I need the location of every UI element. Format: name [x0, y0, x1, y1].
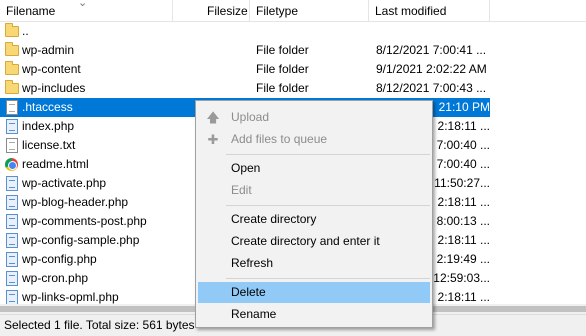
menu-item-refresh[interactable]: Refresh [198, 253, 430, 274]
file-name: wp-admin [22, 43, 75, 57]
status-text: Selected 1 file. Total size: 561 bytes [4, 318, 195, 332]
menu-item-upload[interactable]: 🡅 Upload [198, 107, 430, 128]
file-name: readme.html [22, 157, 89, 171]
php-file-icon [6, 290, 18, 305]
file-modified: 8/12/2021 7:00:41 ... [376, 43, 487, 57]
file-name: wp-activate.php [22, 176, 107, 190]
php-file-icon [6, 233, 18, 248]
menu-item-label: Rename [231, 307, 277, 321]
file-name: wp-cron.php [22, 271, 89, 285]
menu-item-label: Open [231, 161, 261, 175]
file-type: File folder [256, 62, 309, 76]
file-modified: 9/1/2021 2:02:22 AM [376, 62, 487, 76]
folder-icon [5, 61, 19, 75]
php-file-icon [6, 271, 18, 286]
file-name: wp-config-sample.php [22, 233, 140, 247]
column-divider[interactable] [172, 0, 173, 22]
menu-item-label: Upload [231, 110, 270, 124]
menu-item-label: Edit [231, 183, 252, 197]
file-name: wp-includes [22, 81, 86, 95]
file-name: .htaccess [22, 100, 73, 114]
php-file-icon [6, 119, 18, 134]
menu-item-label: Delete [231, 285, 266, 299]
column-last-modified[interactable]: Last modified [369, 0, 489, 22]
file-row[interactable]: wp-admin File folder 8/12/2021 7:00:41 .… [0, 41, 586, 60]
menu-separator [226, 154, 430, 155]
php-file-icon [6, 252, 18, 267]
php-file-icon [6, 176, 18, 191]
menu-item-label: Add files to queue [231, 132, 328, 146]
php-file-icon [6, 195, 18, 210]
chrome-icon [5, 158, 18, 171]
menu-separator [226, 205, 430, 206]
column-filetype[interactable]: Filetype [250, 0, 368, 22]
file-name: wp-content [22, 62, 81, 76]
sort-arrow-icon: ⌄ [78, 0, 88, 9]
file-icon [6, 100, 18, 115]
menu-item-create-directory-enter[interactable]: Create directory and enter it [198, 231, 430, 252]
file-row[interactable]: .. [0, 22, 586, 41]
menu-item-open[interactable]: Open [198, 158, 430, 179]
menu-item-add-to-queue[interactable]: ✚ Add files to queue [198, 129, 430, 150]
file-type: File folder [256, 43, 309, 57]
menu-item-label: Create directory and enter it [231, 234, 380, 248]
menu-item-delete[interactable]: Delete [198, 282, 430, 303]
file-row[interactable]: wp-includes File folder 8/12/2021 7:00:4… [0, 79, 586, 98]
file-list-header: Filename ⌄ Filesize Filetype Last modifi… [0, 0, 586, 22]
menu-separator [226, 278, 430, 279]
menu-item-rename[interactable]: Rename [198, 304, 430, 325]
php-file-icon [6, 214, 18, 229]
file-name: wp-config.php [22, 252, 97, 266]
file-name: index.php [22, 119, 75, 133]
file-name: wp-blog-header.php [22, 195, 129, 209]
text-file-icon [6, 138, 18, 153]
file-type: File folder [256, 81, 309, 95]
file-row[interactable]: wp-content File folder 9/1/2021 2:02:22 … [0, 60, 586, 79]
file-modified: 8/12/2021 7:00:43 ... [376, 81, 487, 95]
folder-icon [5, 42, 19, 56]
menu-item-create-directory[interactable]: Create directory [198, 209, 430, 230]
add-queue-icon: ✚ [207, 132, 219, 147]
menu-item-label: Refresh [231, 256, 274, 270]
file-name: .. [22, 24, 29, 38]
file-name: wp-comments-post.php [22, 214, 147, 228]
column-divider[interactable] [489, 0, 490, 22]
column-filesize[interactable]: Filesize [201, 0, 249, 22]
folder-icon [5, 23, 19, 37]
menu-item-label: Create directory [231, 212, 317, 226]
file-name: license.txt [22, 138, 76, 152]
folder-icon [5, 80, 19, 94]
upload-arrow-icon: 🡅 [206, 110, 220, 125]
menu-item-edit[interactable]: Edit [198, 180, 430, 201]
context-menu: 🡅 Upload ✚ Add files to queue Open Edit … [195, 100, 433, 328]
